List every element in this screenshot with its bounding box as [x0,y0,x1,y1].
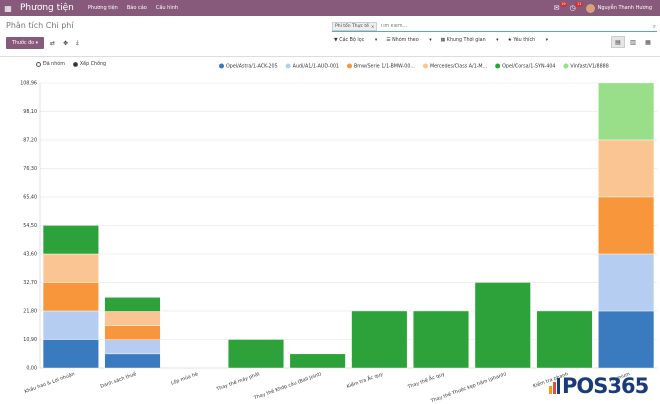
legend-label: Opel/Corsa/1-SYN-404 [502,64,555,70]
y-tick-label: 108,96 [20,81,37,87]
legend-label: Opel/Astra/1-ACK-205 [226,64,278,70]
bar-segment [598,139,655,198]
bar-segment [598,310,655,369]
bar-segment [536,310,593,369]
y-tick-label: 43,60 [23,252,37,258]
bar-segment [598,82,655,141]
legend-swatch [422,63,428,69]
legend-label: Audi/A1/1-AUD-001 [293,64,339,70]
bar-segment [42,282,99,312]
x-tick-label: Khấu hao & Lợi nhuận [23,370,75,395]
bar-segment [598,253,655,312]
y-tick-label: 21,80 [23,309,37,315]
bar-segment [351,310,408,369]
pos365-logo-icon [549,378,560,394]
y-tick-label: 98,10 [23,109,37,115]
y-tick-label: 32,70 [23,280,37,286]
x-tick-label: Lốp mùa hè [170,370,199,386]
bar-chart: 0,00 10,90 21,80 32,70 43,60 54,50 65,40 76,30 8… [20,63,657,404]
legend-label: Vinfast/V1/8888 [570,64,608,70]
legend-swatch [219,63,224,69]
bar-segment [227,339,284,369]
y-tick-label: 54,50 [23,223,37,229]
legend-label: Bmw/Serie 1/1-BMW-00... [354,64,415,70]
legend-swatch [563,63,569,69]
bar-segment [289,353,346,369]
bar-segment [104,353,161,369]
legend-swatch [347,63,352,69]
x-tick-label: Thay thế Ắc quy [405,369,446,390]
bar-segment [42,253,99,283]
legend-swatch [495,63,501,69]
bar-segment [104,297,161,312]
legend-label: Mercedes/Class A/1-M... [430,64,487,70]
y-tick-label: 87,20 [23,138,37,144]
bar-segment [474,282,531,369]
bar-segment [104,311,161,326]
y-tick-label: 10,90 [23,337,37,343]
x-tick-label: Kiểm tra Ắc quy [345,369,384,390]
bar-segment [598,196,655,255]
bar-segment [104,325,161,340]
x-tick-label: Thay thế máy phát [214,370,260,393]
watermark-logo: POS365 [562,374,649,398]
bar-segment [104,339,161,355]
x-tick-label: Danh sách thuế [99,370,137,390]
bar-segment [413,310,470,369]
bar-segment [42,225,99,255]
bar-segment [42,310,99,340]
legend-swatch [285,63,291,69]
x-tick-label: Thay thế Khớp cầu (Ball Joint) [252,369,323,401]
y-tick-label: 76,30 [23,166,37,172]
y-tick-label: 0,00 [26,366,37,372]
bar-segment [42,339,99,369]
y-tick-label: 65,40 [23,195,37,201]
